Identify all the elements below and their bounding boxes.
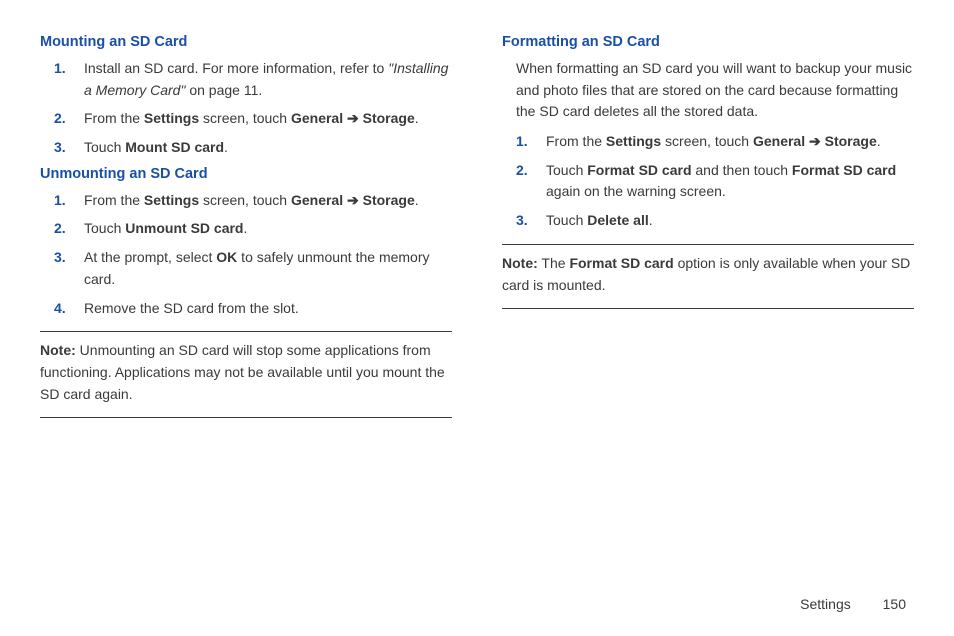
step-text: Touch Delete all.	[546, 210, 914, 232]
list-item: 1. From the Settings screen, touch Gener…	[54, 190, 452, 212]
note-unmounting: Note: Unmounting an SD card will stop so…	[40, 340, 452, 405]
formatting-steps: 1. From the Settings screen, touch Gener…	[516, 131, 914, 232]
arrow-icon: ➔	[343, 110, 363, 126]
step-text: From the Settings screen, touch General …	[84, 108, 452, 130]
list-item: 2. Touch Unmount SD card.	[54, 218, 452, 240]
right-column: Formatting an SD Card When formatting an…	[502, 30, 914, 426]
left-column: Mounting an SD Card 1. Install an SD car…	[40, 30, 452, 426]
step-number: 4.	[54, 298, 68, 320]
heading-mounting-sd: Mounting an SD Card	[40, 34, 452, 50]
step-text: At the prompt, select OK to safely unmou…	[84, 247, 452, 290]
note-divider	[502, 308, 914, 309]
step-number: 3.	[54, 247, 68, 290]
list-item: 3. Touch Delete all.	[516, 210, 914, 232]
step-number: 2.	[54, 108, 68, 130]
list-item: 4. Remove the SD card from the slot.	[54, 298, 452, 320]
unmounting-steps: 1. From the Settings screen, touch Gener…	[54, 190, 452, 319]
step-text: Touch Format SD card and then touch Form…	[546, 160, 914, 203]
step-number: 3.	[516, 210, 530, 232]
step-text: From the Settings screen, touch General …	[546, 131, 914, 153]
heading-unmounting-sd: Unmounting an SD Card	[40, 166, 452, 182]
note-divider	[40, 331, 452, 332]
page-footer: Settings 150	[800, 596, 906, 612]
list-item: 1. Install an SD card. For more informat…	[54, 58, 452, 101]
heading-formatting-sd: Formatting an SD Card	[502, 34, 914, 50]
step-number: 1.	[516, 131, 530, 153]
footer-page-number: 150	[883, 596, 906, 612]
step-text: Touch Mount SD card.	[84, 137, 452, 159]
intro-text: When formatting an SD card you will want…	[516, 58, 914, 123]
step-number: 2.	[516, 160, 530, 203]
arrow-icon: ➔	[805, 133, 825, 149]
list-item: 3. At the prompt, select OK to safely un…	[54, 247, 452, 290]
two-column-layout: Mounting an SD Card 1. Install an SD car…	[40, 30, 914, 426]
list-item: 1. From the Settings screen, touch Gener…	[516, 131, 914, 153]
note-formatting: Note: The Format SD card option is only …	[502, 253, 914, 296]
step-number: 1.	[54, 58, 68, 101]
step-text: Install an SD card. For more information…	[84, 58, 452, 101]
step-text: From the Settings screen, touch General …	[84, 190, 452, 212]
note-label: Note:	[40, 342, 76, 358]
step-number: 2.	[54, 218, 68, 240]
step-text: Touch Unmount SD card.	[84, 218, 452, 240]
list-item: 2. Touch Format SD card and then touch F…	[516, 160, 914, 203]
arrow-icon: ➔	[343, 192, 363, 208]
mounting-steps: 1. Install an SD card. For more informat…	[54, 58, 452, 159]
note-divider	[40, 417, 452, 418]
step-number: 3.	[54, 137, 68, 159]
step-text: Remove the SD card from the slot.	[84, 298, 452, 320]
footer-section: Settings	[800, 596, 851, 612]
note-label: Note:	[502, 255, 538, 271]
list-item: 3. Touch Mount SD card.	[54, 137, 452, 159]
note-divider	[502, 244, 914, 245]
step-number: 1.	[54, 190, 68, 212]
list-item: 2. From the Settings screen, touch Gener…	[54, 108, 452, 130]
